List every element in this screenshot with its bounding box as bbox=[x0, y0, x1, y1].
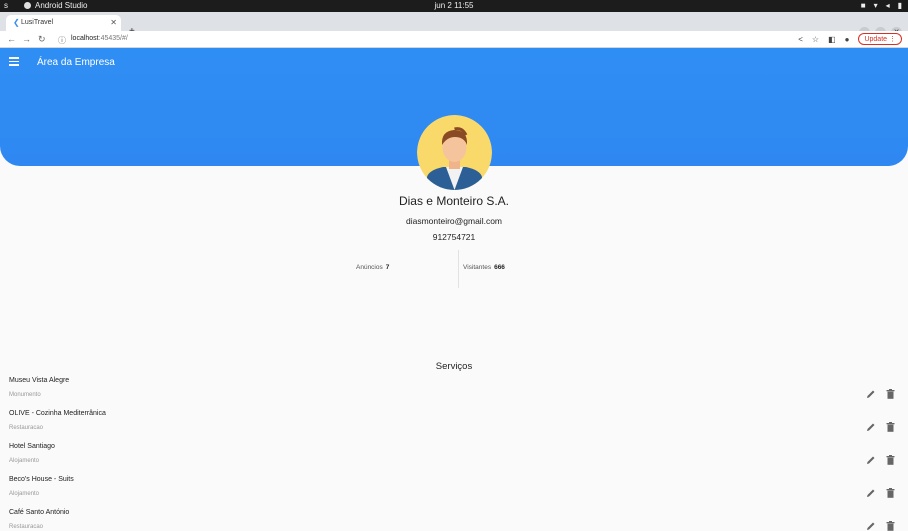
edit-pencil-icon[interactable] bbox=[866, 389, 876, 399]
volume-icon[interactable]: ◂ bbox=[886, 1, 890, 10]
edit-pencil-icon[interactable] bbox=[866, 488, 876, 498]
url-host: localhost bbox=[71, 35, 99, 42]
service-category: Monumento bbox=[9, 392, 41, 398]
edit-pencil-icon[interactable] bbox=[866, 422, 876, 432]
delete-trash-icon[interactable] bbox=[886, 521, 895, 531]
page-title: Área da Empresa bbox=[37, 57, 115, 68]
company-name: Dias e Monteiro S.A. bbox=[398, 194, 510, 208]
service-name: Café Santo António bbox=[9, 509, 70, 516]
avatar bbox=[417, 115, 492, 190]
service-name: Beco's House - Suits bbox=[9, 476, 74, 483]
ads-stat: Anúncios 7 bbox=[356, 264, 389, 271]
list-item[interactable]: Café Santo António Restauracao bbox=[0, 508, 908, 531]
hamburger-menu-icon[interactable] bbox=[9, 57, 19, 66]
visitors-value: 666 bbox=[494, 264, 505, 271]
delete-trash-icon[interactable] bbox=[886, 422, 895, 432]
reload-icon[interactable]: ↻ bbox=[38, 34, 46, 45]
system-top-bar: s Android Studio jun 2 11:55 ■ ▾ ◂ ▮ bbox=[0, 0, 908, 12]
side-panel-icon[interactable]: ◧ bbox=[828, 35, 836, 44]
url-field[interactable]: localhost:45435/#/ bbox=[71, 35, 128, 42]
address-bar: ← → ↻ ⓘ localhost:45435/#/ < ☆ ◧ ● Updat… bbox=[0, 31, 908, 48]
flutter-favicon-icon: ❮ bbox=[13, 18, 20, 27]
back-arrow-icon[interactable]: ← bbox=[7, 34, 16, 44]
company-phone: 912754721 bbox=[432, 232, 476, 242]
list-item[interactable]: Hotel Santiago Alojamento bbox=[0, 442, 908, 475]
url-path: :45435/#/ bbox=[98, 35, 128, 42]
address-bar-actions: < ☆ ◧ ● Update ⋮ bbox=[798, 33, 902, 45]
service-category: Restauracao bbox=[9, 425, 44, 431]
delete-trash-icon[interactable] bbox=[886, 389, 895, 399]
list-item[interactable]: Beco's House - Suits Alojamento bbox=[0, 475, 908, 508]
close-tab-icon[interactable]: ✕ bbox=[110, 18, 117, 27]
stats-divider bbox=[458, 250, 459, 288]
service-category: Restauracao bbox=[9, 524, 44, 530]
edit-pencil-icon[interactable] bbox=[866, 455, 876, 465]
services-list: Museu Vista Alegre Monumento OLIVE - Coz… bbox=[0, 376, 908, 531]
ads-label: Anúncios bbox=[356, 264, 383, 271]
system-clock[interactable]: jun 2 11:55 bbox=[0, 1, 908, 10]
service-name: Hotel Santiago bbox=[9, 443, 55, 450]
service-category: Alojamento bbox=[9, 491, 40, 497]
delete-trash-icon[interactable] bbox=[886, 488, 895, 498]
browser-tab-strip: ❮ LusiTravel ✕ + ⌄ – ▫ ✕ bbox=[0, 12, 908, 38]
service-category: Alojamento bbox=[9, 458, 40, 464]
ads-value: 7 bbox=[385, 264, 390, 271]
service-name: Museu Vista Alegre bbox=[9, 377, 70, 384]
list-item[interactable]: Museu Vista Alegre Monumento bbox=[0, 376, 908, 409]
edit-pencil-icon[interactable] bbox=[866, 521, 876, 531]
app-content: Área da Empresa Dias e Monteiro S.A. dia… bbox=[0, 48, 908, 531]
tab-title: LusiTravel bbox=[21, 19, 54, 26]
update-button[interactable]: Update ⋮ bbox=[858, 33, 902, 45]
wifi-icon[interactable]: ▾ bbox=[874, 1, 878, 10]
battery-icon[interactable]: ▮ bbox=[898, 1, 902, 10]
user-avatar-icon bbox=[417, 115, 492, 190]
browser-tab[interactable]: ❮ LusiTravel ✕ bbox=[6, 15, 121, 31]
forward-arrow-icon[interactable]: → bbox=[22, 34, 31, 44]
visitors-label: Visitantes bbox=[463, 264, 492, 271]
gamepad-icon[interactable]: ■ bbox=[861, 1, 866, 10]
company-email: diasmonteiro@gmail.com bbox=[405, 216, 503, 226]
share-icon[interactable]: < bbox=[798, 35, 803, 44]
profile-icon[interactable]: ● bbox=[845, 35, 850, 44]
delete-trash-icon[interactable] bbox=[886, 455, 895, 465]
list-item[interactable]: OLIVE - Cozinha Mediterrânica Restauraca… bbox=[0, 409, 908, 442]
bookmark-star-icon[interactable]: ☆ bbox=[812, 35, 819, 44]
site-info-icon[interactable]: ⓘ bbox=[58, 35, 66, 46]
update-label: Update bbox=[864, 36, 888, 43]
service-name: OLIVE - Cozinha Mediterrânica bbox=[9, 410, 106, 417]
visitors-stat: Visitantes 666 bbox=[463, 264, 505, 271]
system-tray[interactable]: ■ ▾ ◂ ▮ bbox=[861, 1, 902, 10]
services-title: Serviços bbox=[435, 361, 473, 372]
